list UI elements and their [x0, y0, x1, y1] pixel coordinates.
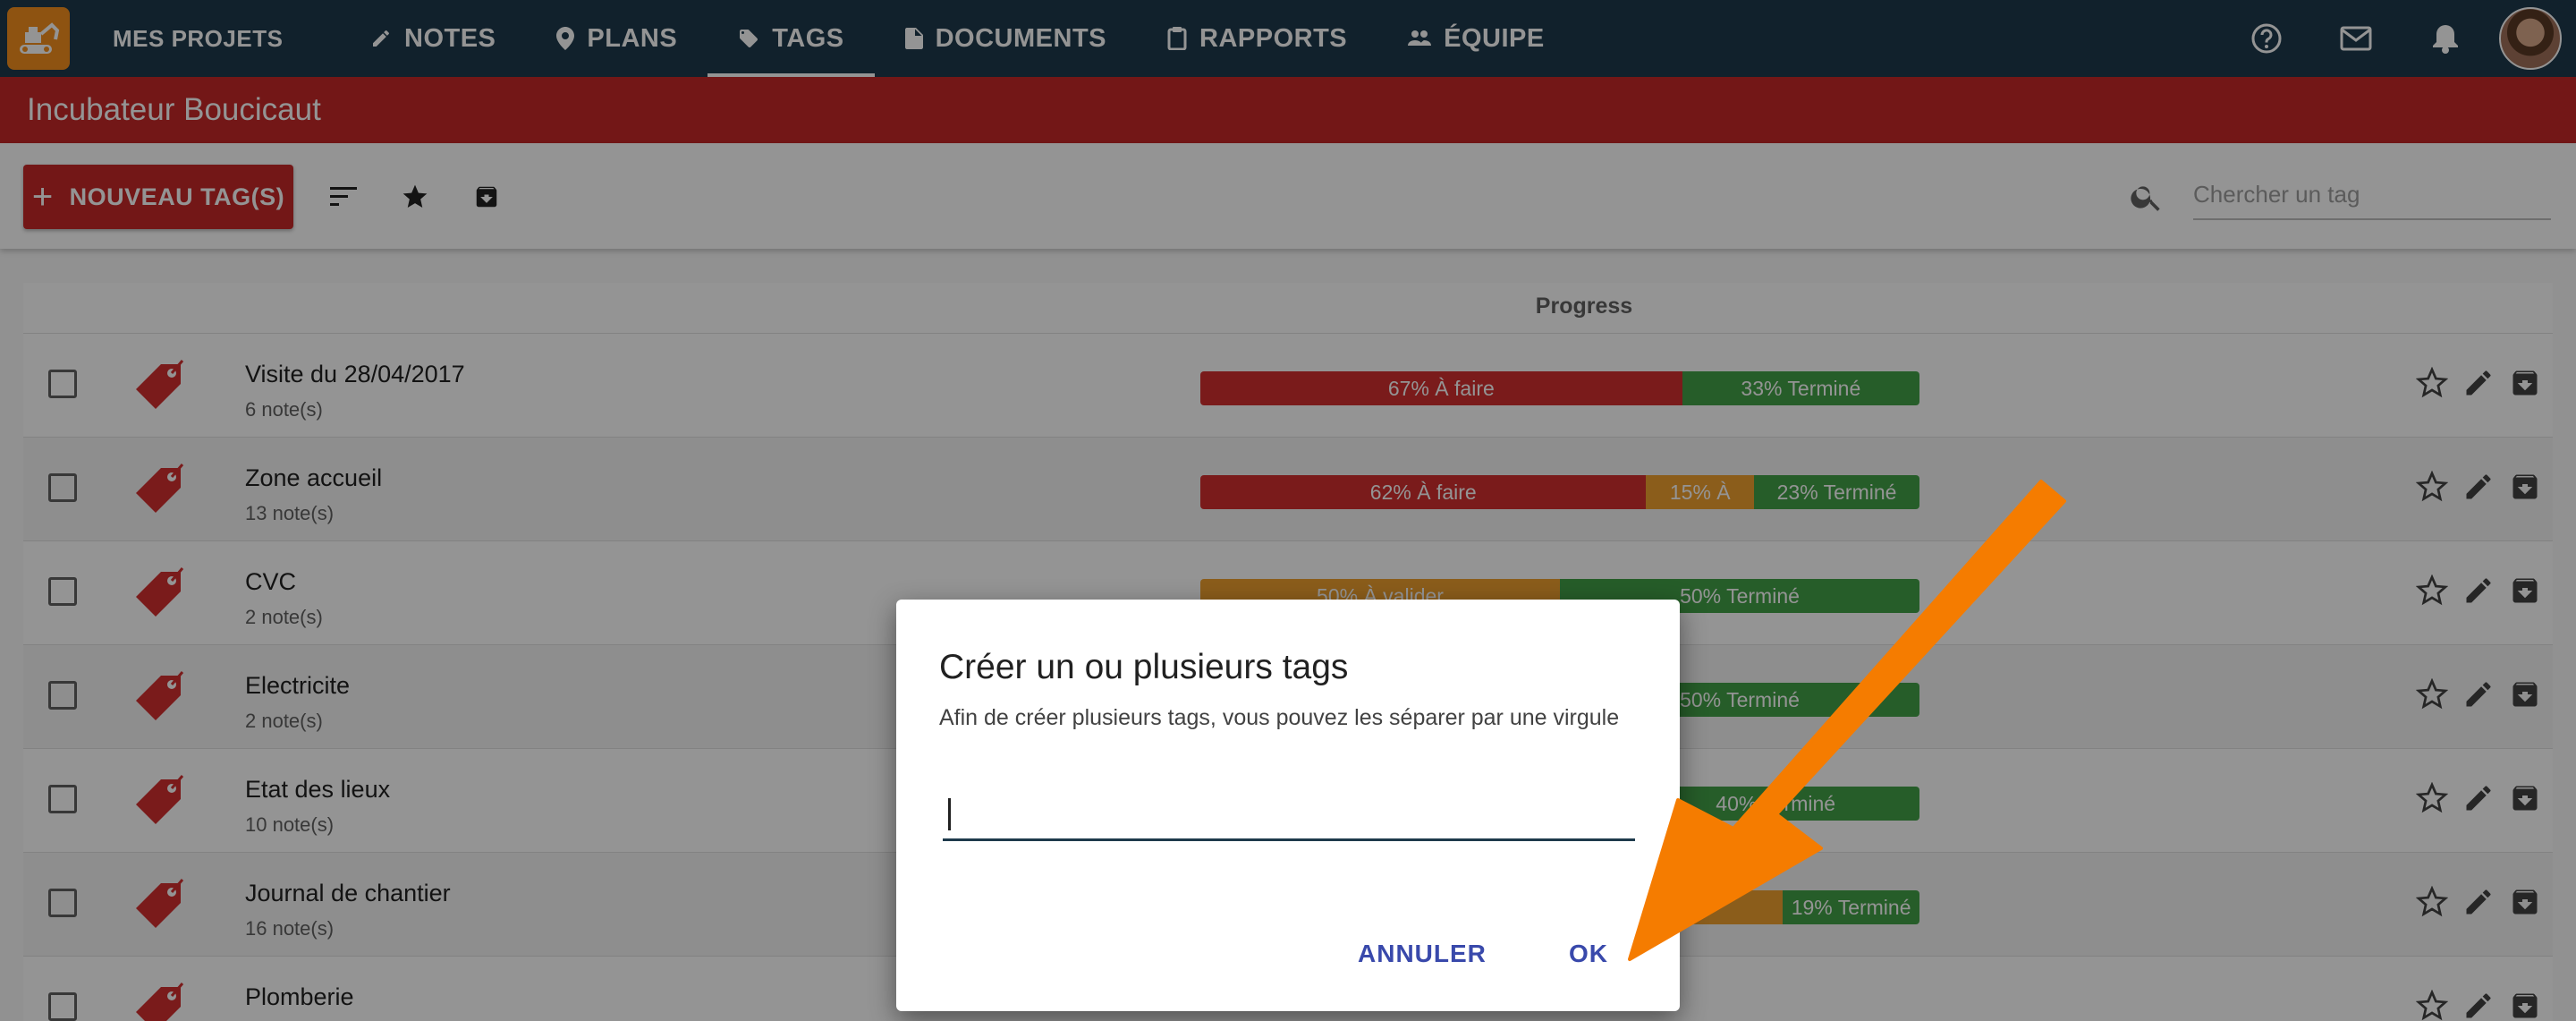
dialog-subtitle: Afin de créer plusieurs tags, vous pouve…: [939, 705, 1620, 730]
tag-name-input[interactable]: [943, 779, 1635, 841]
ok-button[interactable]: OK: [1569, 940, 1608, 968]
text-cursor: [948, 798, 951, 830]
create-tags-dialog: Créer un ou plusieurs tags Afin de créer…: [896, 600, 1680, 1011]
cancel-button[interactable]: ANNULER: [1358, 940, 1487, 968]
dialog-title: Créer un ou plusieurs tags: [939, 648, 1349, 686]
